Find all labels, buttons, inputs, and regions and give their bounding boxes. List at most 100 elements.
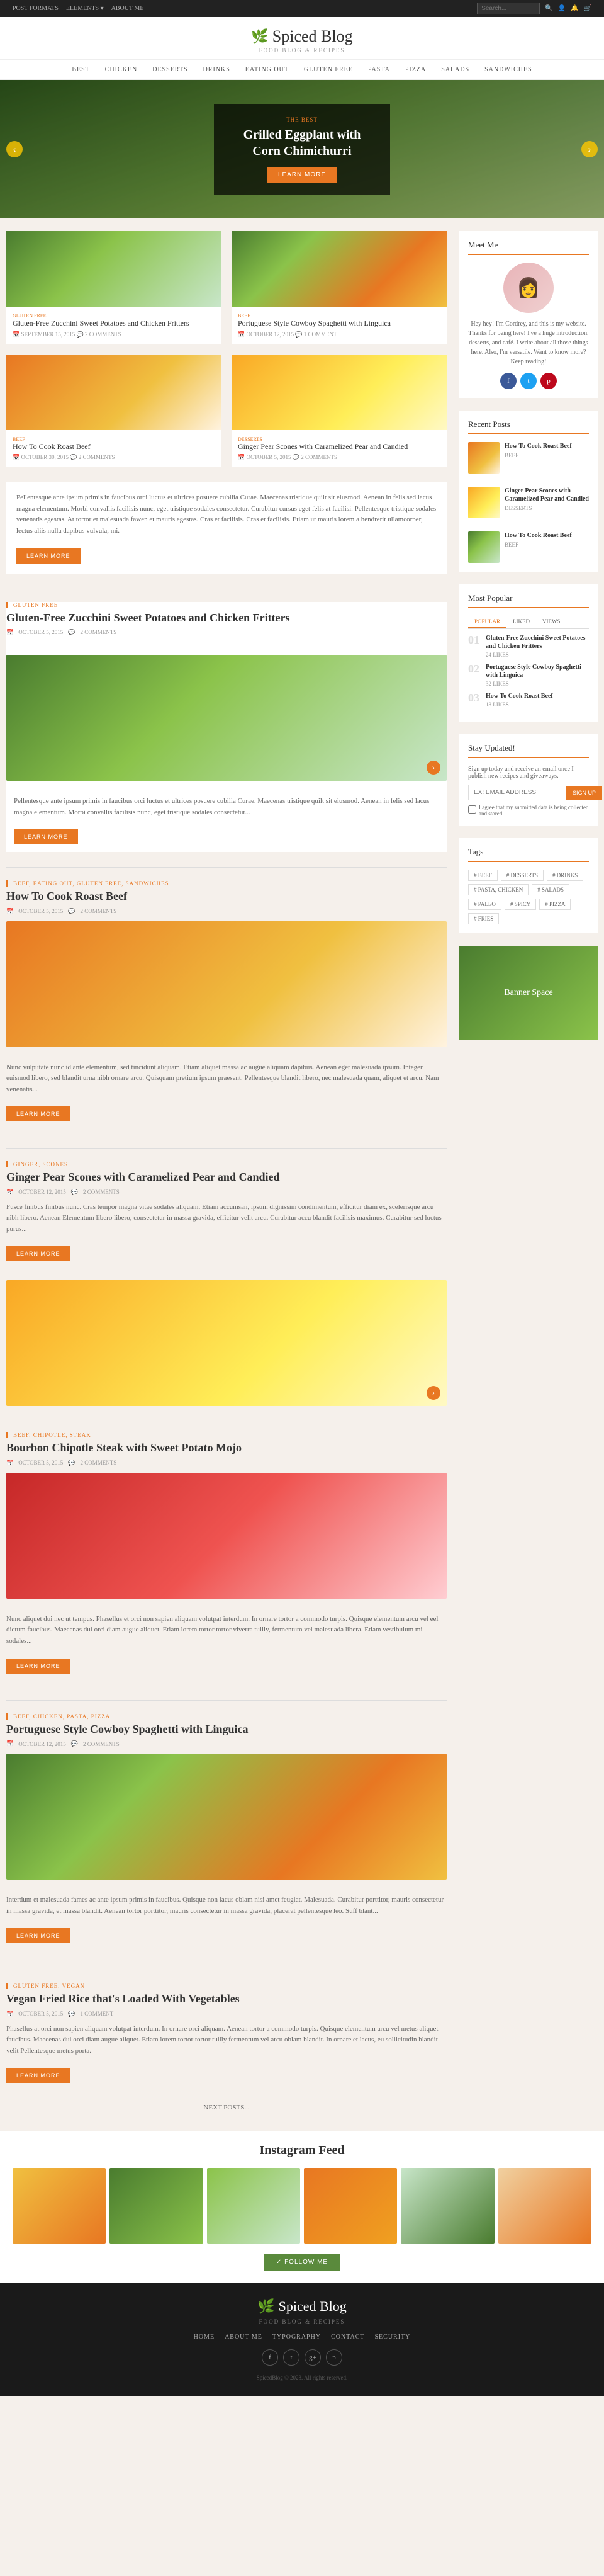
popular-num-2: 02 <box>468 663 481 674</box>
cal-icon-p2: 📅 <box>6 908 13 915</box>
search-icon[interactable]: 🔍 <box>545 5 552 12</box>
follow-button[interactable]: ✓ FOLLOW ME <box>264 2254 340 2271</box>
user-icon[interactable]: 👤 <box>558 5 566 12</box>
top-post-tag-3: BEEF <box>13 436 215 442</box>
instagram-item-6[interactable] <box>498 2168 591 2244</box>
post-date-2: OCTOBER 5, 2015 <box>18 908 63 914</box>
instagram-item-4[interactable] <box>304 2168 397 2244</box>
tag-pizza[interactable]: # PIZZA <box>539 899 571 910</box>
topbar-post-formats[interactable]: POST FORMATS <box>13 5 59 12</box>
footer-logo: 🌿 Spiced Blog <box>13 2298 591 2315</box>
intro-learn-more-button[interactable]: LEARN MORE <box>16 548 81 564</box>
post-excerpt-2: Nunc vulputate nunc id ante elementum, s… <box>6 1062 447 1096</box>
post-image-2 <box>6 921 447 1047</box>
footer-nav-typography[interactable]: TYPOGRAPHY <box>272 2334 321 2341</box>
tag-drinks[interactable]: # DRINKS <box>547 870 583 881</box>
post-learn-more-1[interactable]: LEARN MORE <box>14 829 78 844</box>
top-post-date-1: SEPTEMBER 15, 2015 <box>21 331 75 338</box>
cart-icon[interactable]: 🛒 <box>584 5 591 12</box>
cal-icon-p3: 📅 <box>6 1189 13 1196</box>
sign-up-button[interactable]: SIGN UP <box>566 786 602 800</box>
post-label-3: GINGER, SCONES <box>6 1161 447 1167</box>
hero-section: ‹ THE BEST Grilled Eggplant with Corn Ch… <box>0 80 604 218</box>
site-footer: 🌿 Spiced Blog FOOD BLOG & RECIPES HOME A… <box>0 2283 604 2396</box>
tag-beef[interactable]: # BEEF <box>468 870 498 881</box>
post-label-1: GLUTEN FREE <box>6 602 447 608</box>
post-excerpt-3: Fusce finibus finibus nunc. Cras tempor … <box>6 1202 447 1235</box>
footer-pinterest-icon[interactable]: p <box>326 2349 342 2366</box>
nav-sandwiches[interactable]: SANDWICHES <box>477 60 540 79</box>
nav-chicken[interactable]: CHICKEN <box>98 60 145 79</box>
top-post-title-3: How To Cook Roast Beef <box>13 442 215 452</box>
post-learn-more-2[interactable]: LEARN MORE <box>6 1106 70 1121</box>
hero-prev-button[interactable]: ‹ <box>6 141 23 157</box>
footer-nav-contact[interactable]: CONTACT <box>331 2334 364 2341</box>
top-post-comments-2: 1 COMMENT <box>304 331 337 338</box>
tab-popular[interactable]: POPULAR <box>468 616 506 628</box>
top-post-body-4: DESSERTS Ginger Pear Scones with Caramel… <box>232 430 447 468</box>
top-post-img-3 <box>6 355 221 430</box>
nav-eating-out[interactable]: EATING OUT <box>238 60 296 79</box>
post-card-1: GLUTEN FREE Gluten-Free Zucchini Sweet P… <box>6 602 447 853</box>
tab-liked[interactable]: LIKED <box>506 616 536 628</box>
agree-checkbox[interactable] <box>468 805 476 814</box>
search-input[interactable] <box>477 3 540 14</box>
twitter-icon[interactable]: t <box>520 373 537 389</box>
footer-nav-security[interactable]: SECURITY <box>374 2334 410 2341</box>
post-comments-1: 2 COMMENTS <box>81 629 117 635</box>
facebook-icon[interactable]: f <box>500 373 517 389</box>
tag-pasta-chicken[interactable]: # PASTA, CHICKEN <box>468 884 528 895</box>
next-posts-link[interactable]: NEXT POSTS... <box>203 2104 249 2111</box>
post-date-1: OCTOBER 5, 2015 <box>18 629 63 635</box>
topbar-elements[interactable]: ELEMENTS ▾ <box>66 5 104 12</box>
post-learn-more-5[interactable]: LEARN MORE <box>6 1928 70 1943</box>
nav-drinks[interactable]: DRINKS <box>196 60 238 79</box>
footer-facebook-icon[interactable]: f <box>262 2349 278 2366</box>
bell-icon[interactable]: 🔔 <box>571 5 578 12</box>
tag-spicy[interactable]: # SPICY <box>505 899 536 910</box>
meet-me-text: Hey hey! I'm Cordrey, and this is my web… <box>468 319 589 366</box>
footer-nav-home[interactable]: HOME <box>194 2334 215 2341</box>
tag-paleo[interactable]: # PALEO <box>468 899 501 910</box>
nav-pasta[interactable]: PASTA <box>361 60 398 79</box>
post-date-4: OCTOBER 5, 2015 <box>18 1460 63 1466</box>
tag-desserts[interactable]: # DESSERTS <box>501 870 544 881</box>
instagram-item-2[interactable] <box>109 2168 203 2244</box>
nav-desserts[interactable]: DESSERTS <box>145 60 195 79</box>
popular-num-3: 03 <box>468 692 481 703</box>
comment-icon-p1: 💬 <box>68 629 75 636</box>
calendar-icon-4: 📅 <box>238 454 245 460</box>
instagram-item-1[interactable] <box>13 2168 106 2244</box>
footer-logo-icon: 🌿 <box>257 2298 274 2315</box>
nav-salads[interactable]: SALADS <box>433 60 477 79</box>
post-learn-more-6[interactable]: LEARN MORE <box>6 2068 70 2083</box>
tag-fries[interactable]: # FRIES <box>468 913 499 924</box>
instagram-title: Instagram Feed <box>0 2143 604 2158</box>
post-comments-2: 2 COMMENTS <box>81 908 117 914</box>
post-image-5 <box>6 1754 447 1880</box>
post-learn-more-3[interactable]: LEARN MORE <box>6 1246 70 1261</box>
nav-pizza[interactable]: PIZZA <box>398 60 433 79</box>
tab-views[interactable]: VIEWS <box>536 616 567 628</box>
topbar-about[interactable]: ABOUT ME <box>111 5 144 12</box>
post-section-1: GLUTEN FREE Gluten-Free Zucchini Sweet P… <box>6 602 447 636</box>
hero-learn-more-button[interactable]: LEARN MORE <box>267 167 337 183</box>
meet-me-widget: Meet Me 👩 Hey hey! I'm Cordrey, and this… <box>459 231 598 398</box>
post-arrow-1[interactable]: › <box>427 761 440 775</box>
post-learn-more-4[interactable]: LEARN MORE <box>6 1659 70 1674</box>
footer-logo-text: Spiced Blog <box>279 2298 347 2315</box>
logo-text: Spiced Blog <box>272 27 353 46</box>
instagram-item-3[interactable] <box>207 2168 300 2244</box>
footer-google-icon[interactable]: g+ <box>305 2349 321 2366</box>
footer-twitter-icon[interactable]: t <box>283 2349 299 2366</box>
footer-nav-about[interactable]: ABOUT ME <box>225 2334 262 2341</box>
hero-next-button[interactable]: › <box>581 141 598 157</box>
email-input[interactable] <box>468 785 562 800</box>
tag-salads[interactable]: # SALADS <box>532 884 569 895</box>
post-food-img-3 <box>6 1280 447 1406</box>
instagram-item-5[interactable] <box>401 2168 494 2244</box>
top-post-body-1: GLUTEN FREE Gluten-Free Zucchini Sweet P… <box>6 307 221 344</box>
pinterest-icon[interactable]: p <box>540 373 557 389</box>
nav-gluten-free[interactable]: GLUTEN FREE <box>296 60 361 79</box>
nav-best[interactable]: BEST <box>64 60 97 79</box>
